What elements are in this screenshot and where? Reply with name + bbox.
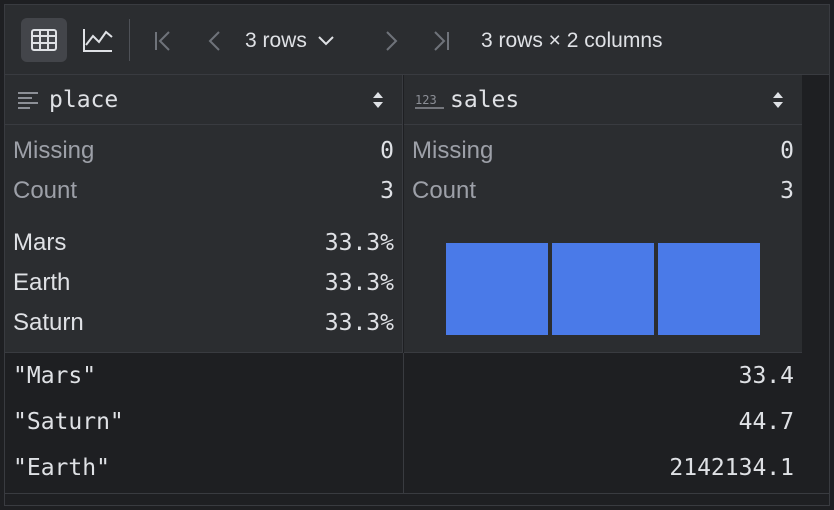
column-header-sales[interactable]: 123 sales bbox=[404, 75, 802, 125]
first-page-button[interactable] bbox=[145, 23, 181, 59]
table-row[interactable]: "Earth" 2142134.1 bbox=[5, 445, 802, 491]
cell-place[interactable]: "Earth" bbox=[5, 455, 404, 481]
table-row[interactable]: "Saturn" 44.7 bbox=[5, 399, 802, 445]
category-label: Earth bbox=[13, 269, 71, 296]
header-gutter bbox=[802, 75, 829, 353]
category-percent: 33.3% bbox=[324, 230, 394, 256]
svg-text:123: 123 bbox=[415, 93, 437, 107]
category-label: Mars bbox=[13, 229, 67, 256]
table-bottom-border bbox=[5, 493, 829, 494]
cell-sales[interactable]: 33.4 bbox=[404, 363, 802, 389]
count-value: 3 bbox=[380, 178, 394, 204]
column-stats-sales: Missing 0 Count 3 bbox=[404, 125, 802, 353]
cell-sales[interactable]: 2142134.1 bbox=[404, 455, 802, 481]
sales-histogram[interactable] bbox=[446, 243, 760, 335]
missing-stat: Missing 0 bbox=[13, 133, 394, 169]
chevron-down-icon bbox=[318, 36, 334, 46]
dataframe-viewer: 3 rows 3 rows × 2 columns place 123 sale… bbox=[4, 4, 830, 506]
count-value: 3 bbox=[780, 178, 794, 204]
column-name: sales bbox=[450, 86, 520, 113]
cell-place[interactable]: "Mars" bbox=[5, 363, 404, 389]
count-stat: Count 3 bbox=[13, 173, 394, 209]
count-label: Count bbox=[13, 177, 78, 204]
table-row[interactable]: "Mars" 33.4 bbox=[5, 353, 802, 399]
category-percent: 33.3% bbox=[324, 270, 394, 296]
category-percent: 33.3% bbox=[324, 310, 394, 336]
missing-stat: Missing 0 bbox=[412, 133, 794, 169]
histogram-bar[interactable] bbox=[658, 243, 760, 335]
count-label: Count bbox=[412, 177, 477, 204]
table-size-summary: 3 rows × 2 columns bbox=[481, 29, 663, 52]
first-page-icon bbox=[155, 31, 170, 51]
category-item: Saturn 33.3% bbox=[13, 305, 394, 341]
histogram-bar[interactable] bbox=[446, 243, 548, 335]
column-name: place bbox=[49, 86, 119, 113]
missing-label: Missing bbox=[13, 137, 95, 164]
column-stats-place: Missing 0 Count 3 Mars 33.3% Earth 33.3%… bbox=[5, 125, 403, 353]
count-stat: Count 3 bbox=[412, 173, 794, 209]
chart-view-button[interactable] bbox=[75, 18, 121, 62]
category-label: Saturn bbox=[13, 309, 84, 336]
toolbar-separator bbox=[129, 19, 130, 61]
text-type-icon bbox=[15, 87, 41, 113]
previous-page-button[interactable] bbox=[197, 23, 233, 59]
numeric-type-icon: 123 bbox=[414, 87, 446, 113]
sort-icon[interactable] bbox=[770, 87, 786, 113]
category-item: Earth 33.3% bbox=[13, 265, 394, 301]
table-view-button[interactable] bbox=[21, 18, 67, 62]
rows-per-page-label: 3 rows bbox=[245, 29, 307, 52]
next-page-button[interactable] bbox=[373, 23, 409, 59]
cell-sales[interactable]: 44.7 bbox=[404, 409, 802, 435]
missing-value: 0 bbox=[780, 138, 794, 164]
category-item: Mars 33.3% bbox=[13, 225, 394, 261]
table-view-icon bbox=[31, 29, 57, 51]
cell-place[interactable]: "Saturn" bbox=[5, 409, 404, 435]
chart-view-icon bbox=[83, 29, 113, 52]
last-page-icon bbox=[434, 31, 449, 51]
last-page-button[interactable] bbox=[423, 23, 459, 59]
sort-icon[interactable] bbox=[370, 87, 386, 113]
toolbar: 3 rows 3 rows × 2 columns bbox=[5, 5, 829, 75]
histogram-bar[interactable] bbox=[552, 243, 654, 335]
missing-label: Missing bbox=[412, 137, 494, 164]
column-header-place[interactable]: place bbox=[5, 75, 403, 125]
next-page-icon bbox=[386, 31, 398, 51]
previous-page-icon bbox=[208, 31, 220, 51]
missing-value: 0 bbox=[380, 138, 394, 164]
rows-per-page-dropdown[interactable]: 3 rows bbox=[245, 23, 335, 59]
